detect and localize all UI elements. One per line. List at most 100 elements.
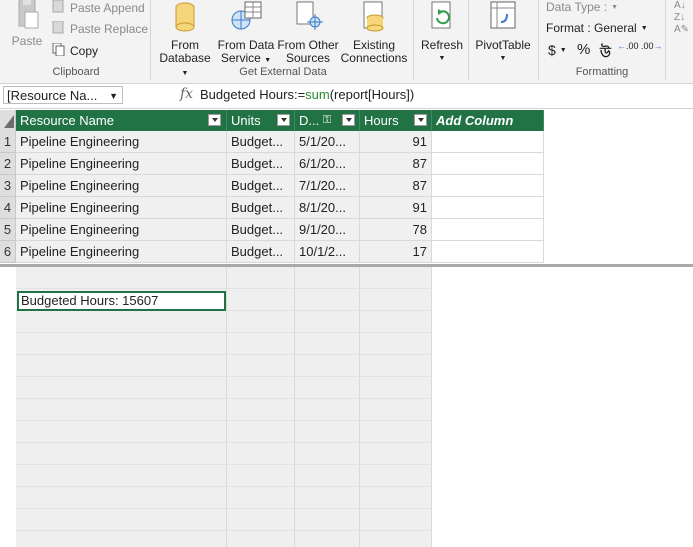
cell-resource-name[interactable]: Pipeline Engineering	[16, 175, 227, 197]
row-header[interactable]: 2	[0, 153, 16, 175]
filter-dropdown-icon[interactable]	[208, 114, 221, 126]
from-other-sources-label-2: Sources	[285, 51, 331, 65]
cell-add-column[interactable]	[432, 197, 544, 219]
grid-line	[226, 267, 227, 547]
row-header[interactable]: 3	[0, 175, 16, 197]
dropdown-arrow-icon: ▼	[499, 55, 507, 62]
data-grid: Resource Name Units D... ⚿ Hours Add Col…	[0, 110, 693, 547]
paste-append-icon	[52, 0, 66, 16]
cell-hours[interactable]: 87	[360, 175, 432, 197]
pivottable-icon	[472, 0, 534, 37]
formula-input[interactable]: Budgeted Hours:=sum(report[Hours])	[200, 87, 414, 102]
cell-date[interactable]: 9/1/20...	[295, 219, 360, 241]
column-header-units[interactable]: Units	[227, 110, 295, 131]
cell-resource-name[interactable]: Pipeline Engineering	[16, 197, 227, 219]
cell-units[interactable]: Budget...	[227, 219, 295, 241]
increase-decimal-icon: ←	[617, 41, 626, 51]
dropdown-arrow-icon: ▼	[559, 46, 567, 54]
refresh-button[interactable]: Refresh ▼	[418, 0, 466, 65]
cell-units[interactable]: Budget...	[227, 131, 295, 153]
percent-icon: %	[577, 41, 591, 58]
formula-text-pre: Budgeted Hours:=	[200, 87, 306, 102]
data-type-label: Data Type :	[546, 0, 608, 14]
grid-line	[16, 398, 432, 399]
grid-line	[16, 464, 432, 465]
paste-replace-icon	[52, 20, 66, 37]
key-icon: ⚿	[323, 114, 332, 126]
sort-filter-icons[interactable]: A↓ Z↓ A✎	[674, 0, 690, 36]
cell-add-column[interactable]	[432, 175, 544, 197]
decrease-decimal-button[interactable]: .00→	[641, 41, 663, 51]
cell-resource-name[interactable]: Pipeline Engineering	[16, 131, 227, 153]
dropdown-arrow-icon: ▼	[640, 24, 648, 32]
increase-decimal-button[interactable]: ←.00	[617, 41, 639, 51]
cell-hours[interactable]: 87	[360, 153, 432, 175]
filter-dropdown-icon[interactable]	[342, 114, 355, 126]
copy-button[interactable]: Copy	[52, 42, 99, 59]
cell-hours[interactable]: 91	[360, 197, 432, 219]
filter-dropdown-icon[interactable]	[277, 114, 290, 126]
cell-date[interactable]: 6/1/20...	[295, 153, 360, 175]
cell-date[interactable]: 8/1/20...	[295, 197, 360, 219]
column-header-resource-name[interactable]: Resource Name	[16, 110, 227, 131]
from-database-button[interactable]: From Database ▼	[155, 0, 215, 80]
grid-line	[16, 486, 432, 487]
decrease-decimal-label: .00	[641, 41, 654, 51]
paste-replace-button[interactable]: Paste Replace	[52, 20, 149, 37]
cell-date[interactable]: 10/1/2...	[295, 241, 360, 263]
column-header-add-column[interactable]: Add Column	[432, 110, 544, 131]
existing-connections-icon	[340, 0, 408, 37]
chevron-down-icon[interactable]: ▼	[109, 87, 118, 105]
dropdown-arrow-icon: ▼	[264, 57, 272, 64]
paste-button[interactable]: Paste	[8, 0, 46, 48]
cell-resource-name[interactable]: Pipeline Engineering	[16, 219, 227, 241]
cell-add-column[interactable]	[432, 131, 544, 153]
existing-connections-button[interactable]: Existing Connections	[340, 0, 408, 65]
row-header[interactable]: 1	[0, 131, 16, 153]
cell-hours[interactable]: 17	[360, 241, 432, 263]
row-header[interactable]: 4	[0, 197, 16, 219]
cell-units[interactable]: Budget...	[227, 241, 295, 263]
dropdown-arrow-icon: ▼	[611, 3, 619, 11]
column-header-label: Resource Name	[20, 113, 114, 128]
cell-date[interactable]: 5/1/20...	[295, 131, 360, 153]
from-other-sources-button[interactable]: From Other Sources	[277, 0, 339, 65]
format-dropdown[interactable]: Format : General ▼	[546, 21, 648, 35]
cell-add-column[interactable]	[432, 219, 544, 241]
from-data-service-button[interactable]: From Data Service ▼	[216, 0, 276, 67]
name-box[interactable]: [Resource Na... ▼	[3, 86, 123, 104]
cell-resource-name[interactable]: Pipeline Engineering	[16, 153, 227, 175]
paste-append-button[interactable]: Paste Append	[52, 0, 145, 16]
row-header[interactable]: 6	[0, 241, 16, 263]
column-header-label: Units	[231, 113, 261, 128]
row-header[interactable]: 5	[0, 219, 16, 241]
cell-add-column[interactable]	[432, 241, 544, 263]
cell-add-column[interactable]	[432, 153, 544, 175]
cell-resource-name[interactable]: Pipeline Engineering	[16, 241, 227, 263]
filter-dropdown-icon[interactable]	[414, 114, 427, 126]
paste-replace-label: Paste Replace	[70, 22, 149, 36]
percent-button[interactable]: %	[577, 41, 590, 58]
comma-style-button[interactable]: উ	[600, 41, 611, 65]
increase-decimal-label: .00	[626, 41, 639, 51]
column-header-hours[interactable]: Hours	[360, 110, 432, 131]
pivottable-button[interactable]: PivotTable ▼	[472, 0, 534, 65]
copy-label: Copy	[70, 44, 99, 58]
paste-append-label: Paste Append	[70, 1, 145, 15]
cell-units[interactable]: Budget...	[227, 175, 295, 197]
data-service-icon	[216, 0, 276, 37]
add-column-label: Add Column	[436, 113, 514, 128]
select-all-corner[interactable]	[0, 110, 16, 131]
column-header-date[interactable]: D... ⚿	[295, 110, 360, 131]
select-all-icon	[4, 115, 14, 128]
sort-az-icon: A↓	[674, 0, 686, 11]
currency-button[interactable]: $ ▼	[548, 42, 567, 58]
cell-hours[interactable]: 91	[360, 131, 432, 153]
measure-cell-budgeted-hours[interactable]: Budgeted Hours: 15607	[17, 291, 226, 311]
cell-units[interactable]: Budget...	[227, 197, 295, 219]
cell-hours[interactable]: 78	[360, 219, 432, 241]
cell-date[interactable]: 7/1/20...	[295, 175, 360, 197]
cell-units[interactable]: Budget...	[227, 153, 295, 175]
data-type-dropdown[interactable]: Data Type : ▼	[546, 0, 618, 14]
column-header-label: D...	[299, 113, 320, 128]
